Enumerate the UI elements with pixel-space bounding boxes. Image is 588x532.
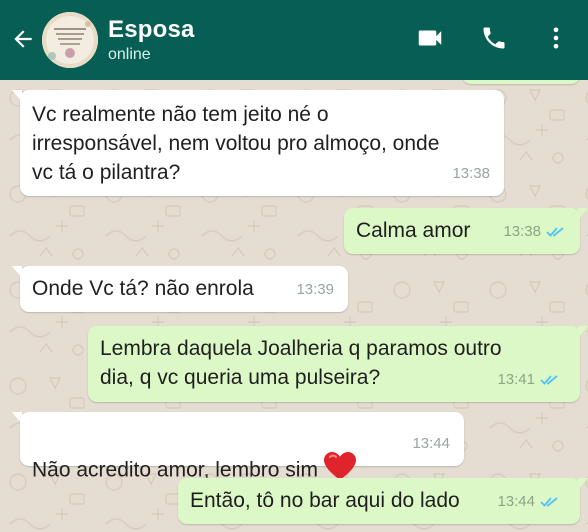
message-text: Então, tô no bar aqui do lado [190, 489, 460, 512]
voice-call-button[interactable] [476, 22, 512, 58]
whatsapp-chat-screen: Esposa online Vc realmente não tem jeito… [0, 0, 588, 532]
more-options-button[interactable] [538, 22, 574, 58]
back-button[interactable] [6, 24, 40, 58]
message-bubble-incoming[interactable]: Vc realmente não tem jeito né o irrespon… [12, 90, 504, 196]
more-vert-icon [542, 24, 570, 57]
contact-status: online [108, 46, 151, 63]
message-bubble-outgoing[interactable]: Calma amor 13:38 [344, 208, 588, 254]
double-check-read-icon [540, 496, 560, 508]
message-time: 13:44 [497, 493, 535, 510]
message-bubble-partial [462, 80, 580, 84]
bubble-tail [12, 90, 22, 102]
bubble-tail [578, 326, 588, 338]
message-text: Calma amor [356, 219, 471, 242]
contact-name[interactable]: Esposa [108, 16, 195, 44]
message-meta: 13:38 [503, 217, 566, 246]
message-meta: 13:39 [296, 275, 334, 304]
double-check-read-icon [546, 226, 566, 238]
message-text: Vc realmente não tem jeito né o irrespon… [32, 103, 440, 184]
bubble-tail [12, 266, 22, 278]
chat-body[interactable]: Vc realmente não tem jeito né o irrespon… [0, 80, 588, 532]
message-bubble-outgoing[interactable]: Então, tô no bar aqui do lado 13:44 [178, 478, 588, 524]
message-time: 13:41 [497, 371, 535, 388]
video-call-icon [415, 23, 445, 58]
message-time: 13:44 [412, 435, 450, 452]
bubble-tail [578, 208, 588, 220]
message-meta: 13:38 [452, 159, 490, 188]
chat-header: Esposa online [0, 0, 588, 80]
bubble-tail [12, 412, 22, 424]
phone-icon [480, 24, 508, 57]
message-meta: 13:41 [497, 365, 560, 394]
message-meta: 13:44 [497, 487, 560, 516]
message-text: Onde Vc tá? não enrola [32, 277, 254, 300]
double-check-read-icon [540, 374, 560, 386]
contact-avatar[interactable] [42, 12, 98, 68]
message-bubble-incoming[interactable]: Não acredito amor, lembro sim 13:44 [12, 412, 464, 482]
message-time: 13:38 [503, 223, 541, 240]
message-bubble-incoming[interactable]: Onde Vc tá? não enrola 13:39 [12, 266, 348, 312]
message-meta: 13:44 [412, 429, 450, 458]
bubble-tail [578, 478, 588, 490]
back-arrow-icon [10, 26, 36, 57]
message-time: 13:38 [452, 165, 490, 182]
message-bubble-outgoing[interactable]: Lembra daquela Joalheria q paramos outro… [88, 326, 588, 402]
video-call-button[interactable] [412, 22, 448, 58]
message-time: 13:39 [296, 281, 334, 298]
